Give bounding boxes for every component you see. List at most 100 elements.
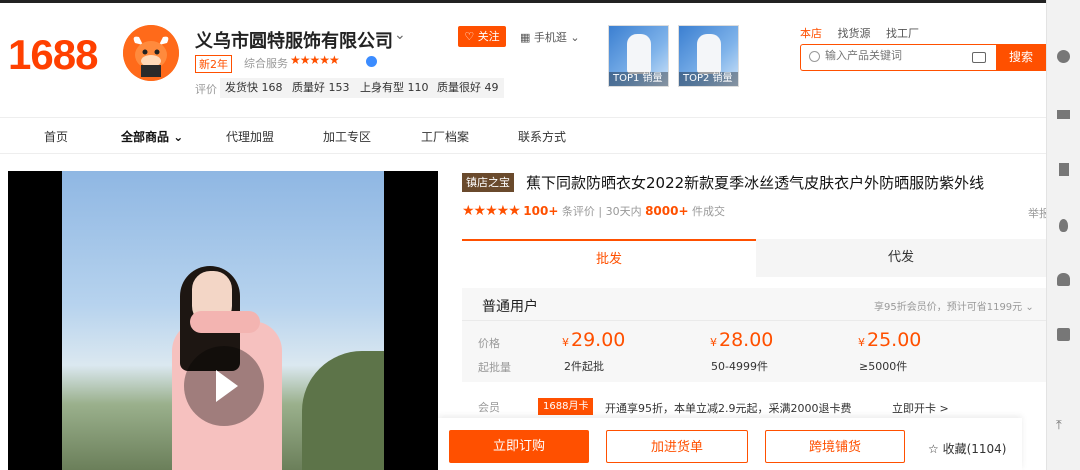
camera-icon[interactable] xyxy=(972,52,986,63)
shop-avatar[interactable] xyxy=(123,25,179,81)
promo-product-image[interactable]: TOP2 销量 xyxy=(678,25,739,87)
moq-tier-3: ≥5000件 xyxy=(859,360,908,373)
product-thumbnail xyxy=(697,34,721,74)
user-icon[interactable] xyxy=(1057,50,1070,63)
nav-item-all-products[interactable]: 全部商品 ⌄ xyxy=(121,128,183,145)
favorite-button[interactable]: ☆ 收藏(1104) xyxy=(928,440,1006,457)
price-panel: 普通用户 享95折会员价，预计可省1199元 ⌄ 价格 起批量 ¥29.00 ¥… xyxy=(462,288,1046,382)
years-badge: 新2年 xyxy=(195,55,232,73)
bookmark-icon[interactable] xyxy=(1059,163,1069,176)
price-value: 28.00 xyxy=(719,329,774,351)
promo-rank-label: TOP1 销量 xyxy=(609,72,668,86)
bull-mascot-icon xyxy=(123,25,179,81)
rating-stars: ★★★★★ xyxy=(462,203,521,219)
nav-item-factory[interactable]: 工厂档案 xyxy=(421,128,469,145)
member-discount-note[interactable]: 享95折会员价，预计可省1199元 ⌄ xyxy=(874,298,1034,313)
footprint-icon[interactable] xyxy=(1059,219,1068,232)
chevron-down-icon: ⌄ xyxy=(173,130,184,144)
verified-icon[interactable] xyxy=(366,56,377,67)
sales-count: 8000+ xyxy=(645,204,689,218)
review-suffix: 条评价 xyxy=(561,205,595,218)
price-tier-3: ¥25.00 xyxy=(858,329,921,351)
price-label: 价格 xyxy=(478,337,500,350)
product-video[interactable] xyxy=(8,171,438,470)
nav-item-label: 全部商品 xyxy=(121,130,170,144)
tab-wholesale[interactable]: 批发 xyxy=(462,239,756,277)
chevron-down-icon[interactable]: ⌄ xyxy=(394,27,406,43)
follow-button[interactable]: ♡ 关注 xyxy=(458,26,506,47)
mail-icon[interactable] xyxy=(1057,110,1070,119)
eval-label: 评价 xyxy=(195,83,217,96)
promo-product-image[interactable]: TOP1 销量 xyxy=(608,25,669,87)
service-label: 综合服务 xyxy=(244,57,288,70)
tab-dropship[interactable]: 代发 xyxy=(756,239,1046,277)
promo-rank-label: TOP2 销量 xyxy=(679,72,738,86)
chevron-down-icon: ⌄ xyxy=(570,31,580,44)
price-value: 29.00 xyxy=(571,329,626,351)
model-arm xyxy=(190,311,260,333)
add-to-cart-button[interactable]: 加进货单 xyxy=(606,430,748,463)
search-tab-sources[interactable]: 找货源 xyxy=(838,25,871,41)
price-tier-2: ¥28.00 xyxy=(710,329,773,351)
search-tab-shop[interactable]: 本店 xyxy=(800,25,822,41)
heart-icon: ♡ xyxy=(464,30,475,43)
nav-item-home[interactable]: 首页 xyxy=(44,128,68,145)
price-tier-1: ¥29.00 xyxy=(562,329,625,351)
back-to-top-icon[interactable]: ⤒ xyxy=(1056,418,1062,433)
moq-tier-2: 50-4999件 xyxy=(711,360,768,373)
sales-prefix: 30天内 xyxy=(605,205,642,218)
eval-tag[interactable]: 质量好 153 xyxy=(287,78,355,98)
open-card-link[interactable]: 立即开卡 > xyxy=(892,400,949,416)
currency-symbol: ¥ xyxy=(710,336,717,349)
document-icon[interactable] xyxy=(1057,328,1070,341)
product-thumbnail xyxy=(627,34,651,74)
member-offer-text: 开通享95折，本单立减2.9元起，采满2000退卡费 xyxy=(605,402,852,415)
product-title: 蕉下同款防晒衣女2022新款夏季冰丝透气皮肤衣户外防晒服防紫外线 xyxy=(526,174,985,192)
note-text: 享95折会员价，预计可省1199元 xyxy=(874,302,1023,313)
store-treasure-badge: 镇店之宝 xyxy=(462,173,514,192)
action-bar: 立即订购 加进货单 跨境铺货 ☆ 收藏(1104) xyxy=(438,418,1022,470)
rating-row: ★★★★★ 100+ 条评价 | 30天内 8000+ 件成交 xyxy=(462,203,725,219)
shop-header: 1688 义乌市圆特服饰有限公司 ⌄ 新2年 综合服务 ★★★★★ 评价 发货快… xyxy=(0,3,1046,115)
company-name[interactable]: 义乌市圆特服饰有限公司 xyxy=(195,27,393,53)
currency-symbol: ¥ xyxy=(562,336,569,349)
eval-tag[interactable]: 质量很好 49 xyxy=(432,78,504,98)
buy-now-button[interactable]: 立即订购 xyxy=(449,430,589,463)
review-count[interactable]: 100+ xyxy=(523,204,558,218)
member-label: 会员 xyxy=(478,401,500,414)
mobile-label: 手机逛 xyxy=(533,31,567,44)
eval-tag[interactable]: 上身有型 110 xyxy=(355,78,434,98)
moq-label: 起批量 xyxy=(478,361,511,374)
search-icon xyxy=(809,51,820,62)
bell-icon[interactable] xyxy=(1057,273,1070,286)
price-value: 25.00 xyxy=(867,329,922,351)
nav-item-contact[interactable]: 联系方式 xyxy=(518,128,566,145)
play-icon[interactable] xyxy=(184,346,264,426)
site-logo[interactable]: 1688 xyxy=(8,31,98,79)
search-tab-factory[interactable]: 找工厂 xyxy=(886,25,919,41)
search-box xyxy=(800,44,996,71)
search-input[interactable] xyxy=(825,49,965,62)
cross-border-button[interactable]: 跨境铺货 xyxy=(765,430,905,463)
shop-nav: 首页 全部商品 ⌄ 代理加盟 加工专区 工厂档案 联系方式 xyxy=(0,117,1046,154)
follow-label: 关注 xyxy=(477,30,500,43)
mobile-browse-link[interactable]: ▦ 手机逛 ⌄ xyxy=(520,29,580,45)
qr-code-icon: ▦ xyxy=(520,31,531,44)
purchase-mode-tabs: 批发 代发 xyxy=(462,239,1046,277)
currency-symbol: ¥ xyxy=(858,336,865,349)
nav-item-agency[interactable]: 代理加盟 xyxy=(226,128,274,145)
search-scope-tabs: 本店 找货源 找工厂 xyxy=(800,25,931,41)
chevron-down-icon: ⌄ xyxy=(1025,302,1034,313)
sales-suffix: 件成交 xyxy=(692,205,726,218)
moq-tier-1: 2件起批 xyxy=(564,360,604,373)
divider: | xyxy=(598,205,606,218)
service-stars: ★★★★★ xyxy=(290,53,340,67)
divider xyxy=(462,320,1046,321)
monthly-card-badge: 1688月卡 xyxy=(538,398,594,415)
user-tier: 普通用户 xyxy=(482,299,538,315)
nav-item-processing[interactable]: 加工专区 xyxy=(323,128,371,145)
right-sidebar: ⤒ xyxy=(1046,0,1080,470)
eval-tag[interactable]: 发货快 168 xyxy=(220,78,288,98)
search-button[interactable]: 搜索 xyxy=(996,44,1046,71)
video-scenery xyxy=(302,351,384,470)
